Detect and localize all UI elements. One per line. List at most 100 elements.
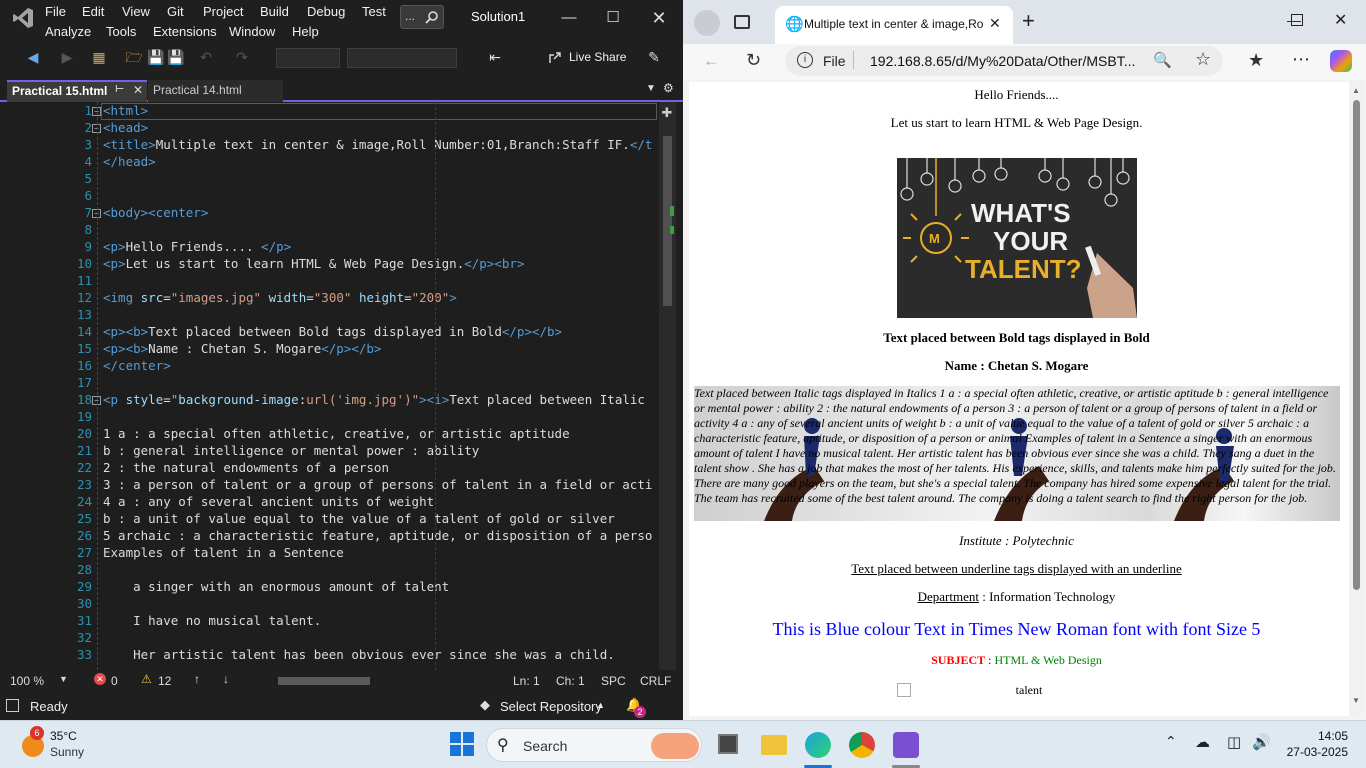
- browser-close-icon[interactable]: ✕: [1334, 10, 1347, 30]
- editor-vertical-scrollbar[interactable]: ✚: [659, 102, 676, 670]
- file-explorer-icon[interactable]: [761, 735, 787, 755]
- weather-condition[interactable]: Sunny: [50, 745, 84, 759]
- code-line[interactable]: 1 a : a special often athletic, creative…: [103, 426, 570, 441]
- new-tab-icon[interactable]: +: [1022, 8, 1035, 34]
- menu-debug[interactable]: Debug: [307, 4, 345, 19]
- menu-extensions[interactable]: Extensions: [153, 24, 217, 39]
- zoom-level[interactable]: 100 %: [10, 674, 44, 688]
- menu-edit[interactable]: Edit: [82, 4, 104, 19]
- code-line[interactable]: <p><b>Name : Chetan S. Mogare</p></b>: [103, 341, 381, 356]
- save-icon[interactable]: 💾: [147, 48, 165, 66]
- error-icon[interactable]: ✕: [94, 673, 106, 685]
- code-line[interactable]: <head>: [103, 120, 148, 135]
- network-off-icon[interactable]: ☁: [1195, 733, 1210, 751]
- forward-nav-icon[interactable]: ▶: [58, 48, 76, 66]
- code-line[interactable]: <p><b>Text placed between Bold tags disp…: [103, 324, 562, 339]
- code-line[interactable]: </head>: [103, 154, 156, 169]
- select-repository[interactable]: Select Repository: [500, 699, 602, 714]
- more-options-icon[interactable]: ⋯: [1292, 49, 1310, 70]
- line-ending[interactable]: CRLF: [640, 674, 671, 688]
- url-text[interactable]: 192.168.8.65/d/My%20Data/Other/MSBT...: [870, 53, 1140, 69]
- scroll-up-icon[interactable]: ▲: [1352, 86, 1360, 95]
- page-scrollbar[interactable]: ▲ ▼: [1349, 82, 1363, 716]
- network-status-icon[interactable]: ◫: [1227, 733, 1241, 751]
- minimize-icon[interactable]: —: [554, 4, 584, 32]
- column-number[interactable]: Ch: 1: [556, 674, 585, 688]
- code-line[interactable]: <body><center>: [103, 205, 208, 220]
- info-icon[interactable]: i: [797, 52, 813, 68]
- code-line[interactable]: <title>Multiple text in center & image,R…: [103, 137, 652, 152]
- zoom-icon[interactable]: 🔍: [1153, 51, 1172, 69]
- favorites-icon[interactable]: ★: [1248, 50, 1264, 71]
- tab-practical-15[interactable]: Practical 15.html ⊢ ✕: [7, 80, 147, 102]
- menu-help[interactable]: Help: [292, 24, 319, 39]
- code-line[interactable]: a singer with an enormous amount of tale…: [103, 579, 449, 594]
- save-all-icon[interactable]: 💾: [167, 48, 185, 66]
- code-line[interactable]: 3 : a person of talent or a group of per…: [103, 477, 652, 492]
- task-view-icon[interactable]: [718, 734, 738, 754]
- close-icon[interactable]: ✕: [644, 4, 674, 32]
- back-icon[interactable]: ←: [703, 51, 720, 71]
- menu-analyze[interactable]: Analyze: [45, 24, 91, 39]
- vs-search-box[interactable]: ...: [400, 5, 444, 29]
- code-line[interactable]: 4 a : any of several ancient units of we…: [103, 494, 434, 509]
- clock-time[interactable]: 14:05: [1288, 729, 1348, 743]
- browser-maximize-icon[interactable]: [1291, 14, 1303, 26]
- code-editor[interactable]: 1− <html> 2− <head> 3 <title>Multiple text in…: [0, 102, 676, 670]
- taskbar-search-box[interactable]: ⚲ Search: [486, 728, 702, 762]
- menu-build[interactable]: Build: [260, 4, 289, 19]
- volume-icon[interactable]: 🔊: [1252, 733, 1271, 751]
- repo-up-icon[interactable]: ▲: [596, 700, 605, 710]
- config-dropdown[interactable]: [276, 48, 340, 68]
- code-line[interactable]: 5 archaic : a characteristic feature, ap…: [103, 528, 652, 543]
- down-arrow-icon[interactable]: ↓: [223, 672, 229, 686]
- split-icon[interactable]: ✚: [661, 106, 673, 120]
- scroll-down-icon[interactable]: ▼: [1352, 696, 1360, 705]
- code-line[interactable]: I have no musical talent.: [103, 613, 321, 628]
- menu-view[interactable]: View: [122, 4, 150, 19]
- tab-practical-14[interactable]: Practical 14.html: [148, 80, 283, 102]
- scroll-thumb[interactable]: [663, 136, 672, 306]
- undo-icon[interactable]: ↶: [197, 48, 215, 66]
- menu-window[interactable]: Window: [229, 24, 275, 39]
- code-line[interactable]: 2 : the natural endowments of a person: [103, 460, 389, 475]
- code-line[interactable]: Examples of talent in a Sentence: [103, 545, 344, 560]
- horizontal-scrollbar[interactable]: [268, 676, 483, 686]
- tray-overflow-icon[interactable]: ⌃: [1165, 733, 1177, 750]
- menu-test[interactable]: Test: [362, 4, 386, 19]
- maximize-icon[interactable]: ☐: [598, 4, 628, 32]
- address-bar[interactable]: i File 192.168.8.65/d/My%20Data/Other/MS…: [785, 46, 1223, 76]
- code-line[interactable]: <p>Hello Friends.... </p>: [103, 239, 291, 254]
- browser-tab-active[interactable]: 🌐 Multiple text in center & image,Ro ✕: [775, 6, 1013, 44]
- code-line[interactable]: </center>: [103, 358, 171, 373]
- menu-git[interactable]: Git: [167, 4, 184, 19]
- zoom-dropdown-icon[interactable]: ▼: [59, 674, 68, 684]
- code-line[interactable]: <img src="images.jpg" width="300" height…: [103, 290, 457, 305]
- temperature[interactable]: 35°C: [50, 729, 77, 743]
- menu-project[interactable]: Project: [203, 4, 243, 19]
- feedback-icon[interactable]: ✎: [645, 48, 663, 66]
- new-project-icon[interactable]: ▦: [90, 48, 108, 66]
- chrome-icon[interactable]: [849, 732, 875, 758]
- pin-icon[interactable]: ⊢: [115, 84, 124, 95]
- start-windows-icon[interactable]: [450, 732, 474, 756]
- settings-gear-icon[interactable]: ⚙: [663, 81, 674, 95]
- redo-icon[interactable]: ↷: [233, 48, 251, 66]
- live-share-label[interactable]: Live Share: [569, 50, 626, 64]
- visual-studio-taskbar-icon[interactable]: [893, 732, 919, 758]
- scroll-thumb[interactable]: [1353, 100, 1360, 590]
- line-number[interactable]: Ln: 1: [513, 674, 540, 688]
- code-line[interactable]: Her artistic talent has been obvious eve…: [103, 647, 615, 662]
- tab-close-icon[interactable]: ✕: [133, 83, 143, 97]
- tab-actions-icon[interactable]: [734, 15, 750, 29]
- code-line[interactable]: <p style="background-image:url('img.jpg'…: [103, 392, 645, 407]
- clock-date[interactable]: 27-03-2025: [1278, 745, 1348, 759]
- code-line[interactable]: <p>Let us start to learn HTML & Web Page…: [103, 256, 524, 271]
- menu-file[interactable]: File: [45, 4, 66, 19]
- edge-taskbar-icon[interactable]: [805, 732, 831, 758]
- spacing-mode[interactable]: SPC: [601, 674, 626, 688]
- refresh-icon[interactable]: ↻: [746, 50, 761, 71]
- profile-avatar-icon[interactable]: [694, 10, 720, 36]
- step-icon[interactable]: ⇤: [486, 48, 504, 66]
- warning-icon[interactable]: ⚠: [141, 672, 152, 686]
